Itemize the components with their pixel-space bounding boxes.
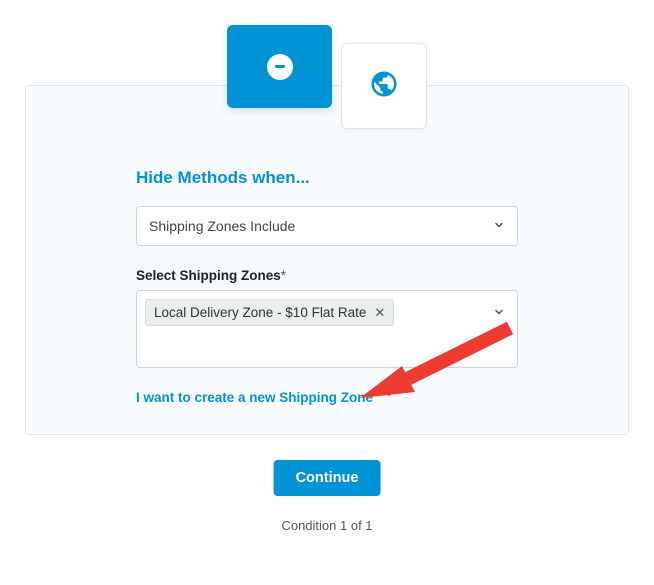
selected-zone-tag: Local Delivery Zone - $10 Flat Rate ✕ <box>145 299 394 326</box>
globe-card <box>341 43 427 129</box>
selected-zone-label: Local Delivery Zone - $10 Flat Rate <box>154 305 366 320</box>
minus-card <box>227 25 332 108</box>
required-asterisk: * <box>281 268 286 283</box>
chevron-down-icon[interactable] <box>493 305 505 323</box>
chevron-down-icon <box>493 218 505 234</box>
condition-panel: Hide Methods when... Shipping Zones Incl… <box>25 85 629 435</box>
condition-counter: Condition 1 of 1 <box>281 518 372 533</box>
create-shipping-zone-link[interactable]: I want to create a new Shipping Zone <box>136 390 373 405</box>
condition-icon-stack <box>227 25 427 135</box>
remove-tag-icon[interactable]: ✕ <box>374 306 385 319</box>
condition-type-select[interactable]: Shipping Zones Include <box>136 206 518 246</box>
shipping-zones-input[interactable]: Local Delivery Zone - $10 Flat Rate ✕ <box>136 290 518 368</box>
zones-label: Select Shipping Zones* <box>136 268 518 283</box>
condition-type-value: Shipping Zones Include <box>149 218 295 234</box>
minus-circle-icon <box>267 54 293 80</box>
panel-heading: Hide Methods when... <box>136 168 518 188</box>
zones-label-text: Select Shipping Zones <box>136 268 281 283</box>
globe-icon <box>369 69 399 104</box>
continue-button[interactable]: Continue <box>274 460 381 496</box>
